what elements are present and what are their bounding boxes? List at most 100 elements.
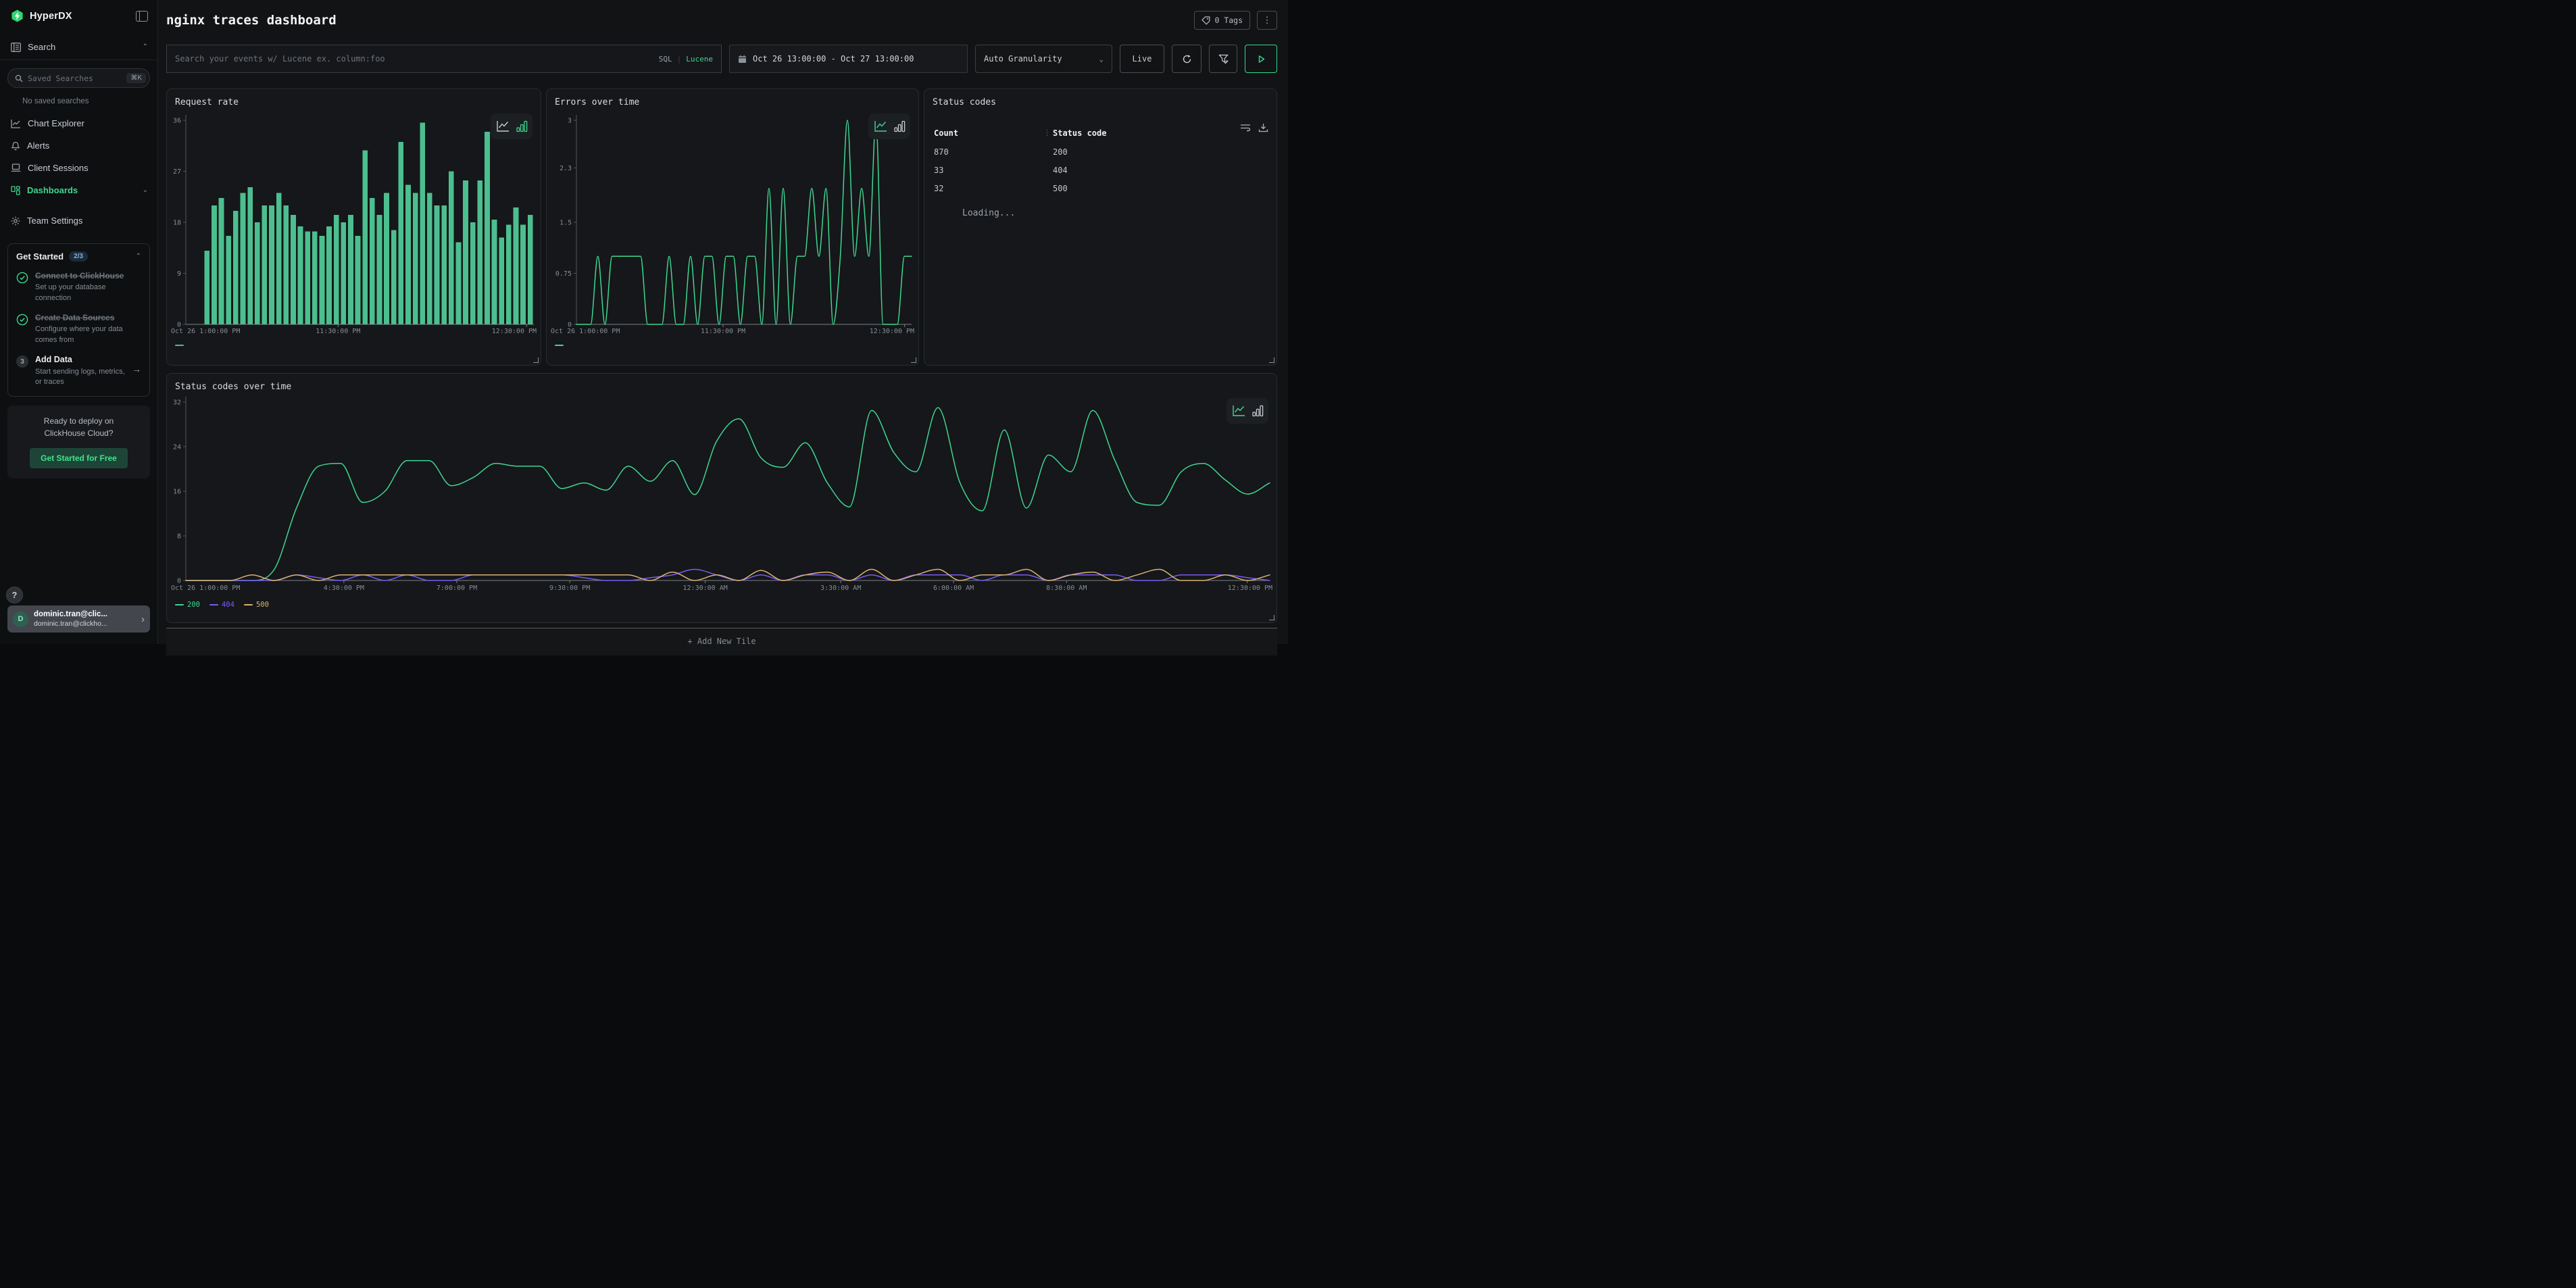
column-header-count[interactable]: Count: [934, 128, 958, 138]
granularity-select[interactable]: Auto Granularity ⌄: [975, 45, 1112, 73]
step-desc: Set up your database connection: [35, 282, 141, 303]
deploy-text-line1: Ready to deploy on: [16, 415, 142, 428]
svg-text:0: 0: [177, 578, 181, 585]
legend-item[interactable]: [175, 345, 184, 346]
live-button[interactable]: Live: [1120, 45, 1164, 73]
chevron-up-icon[interactable]: ⌃: [136, 253, 141, 260]
event-search-placeholder: Search your events w/ Lucene ex. column:…: [175, 54, 659, 64]
tile-resize-handle[interactable]: [1269, 615, 1274, 620]
tags-label: 0 Tags: [1214, 16, 1243, 25]
arrow-right-icon: →: [132, 364, 141, 374]
column-header-status-code[interactable]: Status code: [1053, 128, 1106, 138]
user-menu[interactable]: D dominic.tran@clic... dominic.tran@clic…: [7, 605, 150, 633]
legend-dash-icon: [175, 604, 184, 605]
sidebar-item-team-settings[interactable]: Team Settings: [0, 209, 157, 232]
step-title: Add Data: [35, 354, 125, 366]
tile-errors-over-time: Errors over time 00.751.52.33Oct 26 1:00…: [546, 89, 919, 366]
legend-item[interactable]: 500: [244, 601, 269, 609]
dashboard-menu-button[interactable]: ⋮: [1257, 11, 1277, 30]
status-codes-over-time-chart[interactable]: 08162432Oct 26 1:00:00 PM4:30:00 PM7:00:…: [167, 374, 1277, 622]
app-root: HyperDX Search ⌃ Saved Searches ⌘K No: [0, 0, 1288, 644]
legend-item[interactable]: 404: [209, 601, 234, 609]
chevron-right-icon: ›: [141, 614, 145, 625]
legend-item[interactable]: 200: [175, 601, 200, 609]
legend-dash-icon: [244, 604, 253, 605]
lucene-mode-toggle[interactable]: Lucene: [686, 55, 713, 64]
svg-text:2.3: 2.3: [560, 165, 572, 172]
page-title: nginx traces dashboard: [166, 13, 1194, 28]
get-started-step-add-data[interactable]: 3 Add Data Start sending logs, metrics, …: [16, 354, 141, 388]
tile-resize-handle[interactable]: [1269, 357, 1274, 363]
saved-searches-placeholder: Saved Searches: [28, 74, 126, 83]
download-icon[interactable]: [1258, 123, 1268, 132]
avatar: D: [13, 612, 28, 627]
sidebar-item-label: Dashboards: [27, 185, 136, 195]
sidebar: HyperDX Search ⌃ Saved Searches ⌘K No: [0, 0, 158, 644]
date-range-value: Oct 26 13:00:00 - Oct 27 13:00:00: [753, 54, 914, 64]
sql-mode-toggle[interactable]: SQL: [659, 55, 672, 64]
date-range-input[interactable]: Oct 26 13:00:00 - Oct 27 13:00:00: [729, 45, 968, 73]
sidebar-item-label: Team Settings: [27, 216, 148, 226]
user-name: dominic.tran@clic...: [34, 610, 107, 619]
bar-chart-icon[interactable]: [516, 120, 528, 132]
svg-text:27: 27: [173, 168, 181, 176]
wrap-text-icon[interactable]: [1240, 123, 1251, 132]
tile-title: Status codes: [933, 97, 996, 107]
sidebar-item-chart-explorer[interactable]: Chart Explorer: [0, 112, 157, 134]
svg-text:12:30:00 PM: 12:30:00 PM: [1228, 585, 1272, 592]
chart-type-toggle: [1227, 398, 1268, 424]
tags-button[interactable]: 0 Tags: [1194, 11, 1250, 30]
search-page-icon: [11, 43, 21, 52]
filter-button[interactable]: [1209, 45, 1237, 73]
tile-status-codes-over-time: Status codes over time 08162432Oct 26 1:…: [166, 373, 1277, 623]
saved-searches-input[interactable]: Saved Searches ⌘K: [7, 68, 150, 88]
search-icon: [15, 74, 23, 82]
get-started-title: Get Started: [16, 251, 64, 262]
table-cell-count: 32: [934, 184, 943, 193]
tag-icon: [1202, 16, 1210, 25]
table-cell-status-code: 500: [1053, 184, 1068, 193]
refresh-button[interactable]: [1172, 45, 1202, 73]
get-started-free-button[interactable]: Get Started for Free: [30, 448, 128, 468]
sidebar-item-alerts[interactable]: Alerts: [0, 134, 157, 157]
get-started-progress-badge: 2/3: [69, 251, 88, 262]
bar-chart-icon[interactable]: [1252, 405, 1264, 417]
tile-resize-handle[interactable]: [533, 357, 539, 363]
step-title: Connect to ClickHouse: [35, 270, 141, 281]
chart-type-toggle: [868, 114, 910, 139]
svg-text:3: 3: [568, 118, 572, 125]
get-started-step-connect[interactable]: Connect to ClickHouse Set up your databa…: [16, 270, 141, 303]
tile-resize-handle[interactable]: [911, 357, 916, 363]
svg-text:11:30:00 PM: 11:30:00 PM: [316, 328, 360, 335]
tile-title: Errors over time: [555, 97, 639, 107]
line-chart-icon[interactable]: [874, 120, 887, 132]
event-search-input[interactable]: Search your events w/ Lucene ex. column:…: [166, 45, 722, 73]
bar-chart-icon[interactable]: [894, 120, 906, 132]
line-chart-icon[interactable]: [496, 120, 510, 132]
no-saved-searches-text: No saved searches: [0, 88, 157, 112]
svg-text:12:30:00 PM: 12:30:00 PM: [492, 328, 537, 335]
sidebar-item-client-sessions[interactable]: Client Sessions: [0, 157, 157, 179]
run-query-button[interactable]: [1245, 45, 1277, 73]
sidebar-item-dashboards[interactable]: Dashboards ⌄: [0, 179, 157, 201]
sidebar-item-search[interactable]: Search ⌃: [0, 36, 157, 58]
loading-text: Loading...: [962, 208, 1015, 218]
add-new-tile-button[interactable]: + Add New Tile: [166, 628, 1277, 655]
legend-item[interactable]: [555, 345, 564, 346]
calendar-icon: [738, 55, 747, 64]
legend-label: 200: [187, 601, 200, 609]
get-started-step-datasources[interactable]: Create Data Sources Configure where your…: [16, 312, 141, 345]
sidebar-item-label: Alerts: [27, 141, 148, 151]
svg-text:1.5: 1.5: [560, 220, 572, 227]
refresh-icon: [1182, 54, 1192, 64]
help-button[interactable]: ?: [6, 587, 23, 603]
step-desc: Configure where your data comes from: [35, 324, 141, 345]
request-rate-chart[interactable]: 09182736Oct 26 1:00:00 PM11:30:00 PM12:3…: [167, 89, 541, 365]
chevron-down-icon: ⌄: [143, 187, 148, 194]
errors-over-time-chart[interactable]: 00.751.52.33Oct 26 1:00:00 PM11:30:00 PM…: [547, 89, 918, 365]
column-resize-handle[interactable]: ⋮: [1043, 128, 1051, 137]
sidebar-divider: [0, 59, 157, 60]
sidebar-collapse-icon[interactable]: [136, 11, 148, 22]
svg-text:Oct 26 1:00:00 PM: Oct 26 1:00:00 PM: [171, 585, 240, 592]
line-chart-icon[interactable]: [1232, 405, 1245, 417]
